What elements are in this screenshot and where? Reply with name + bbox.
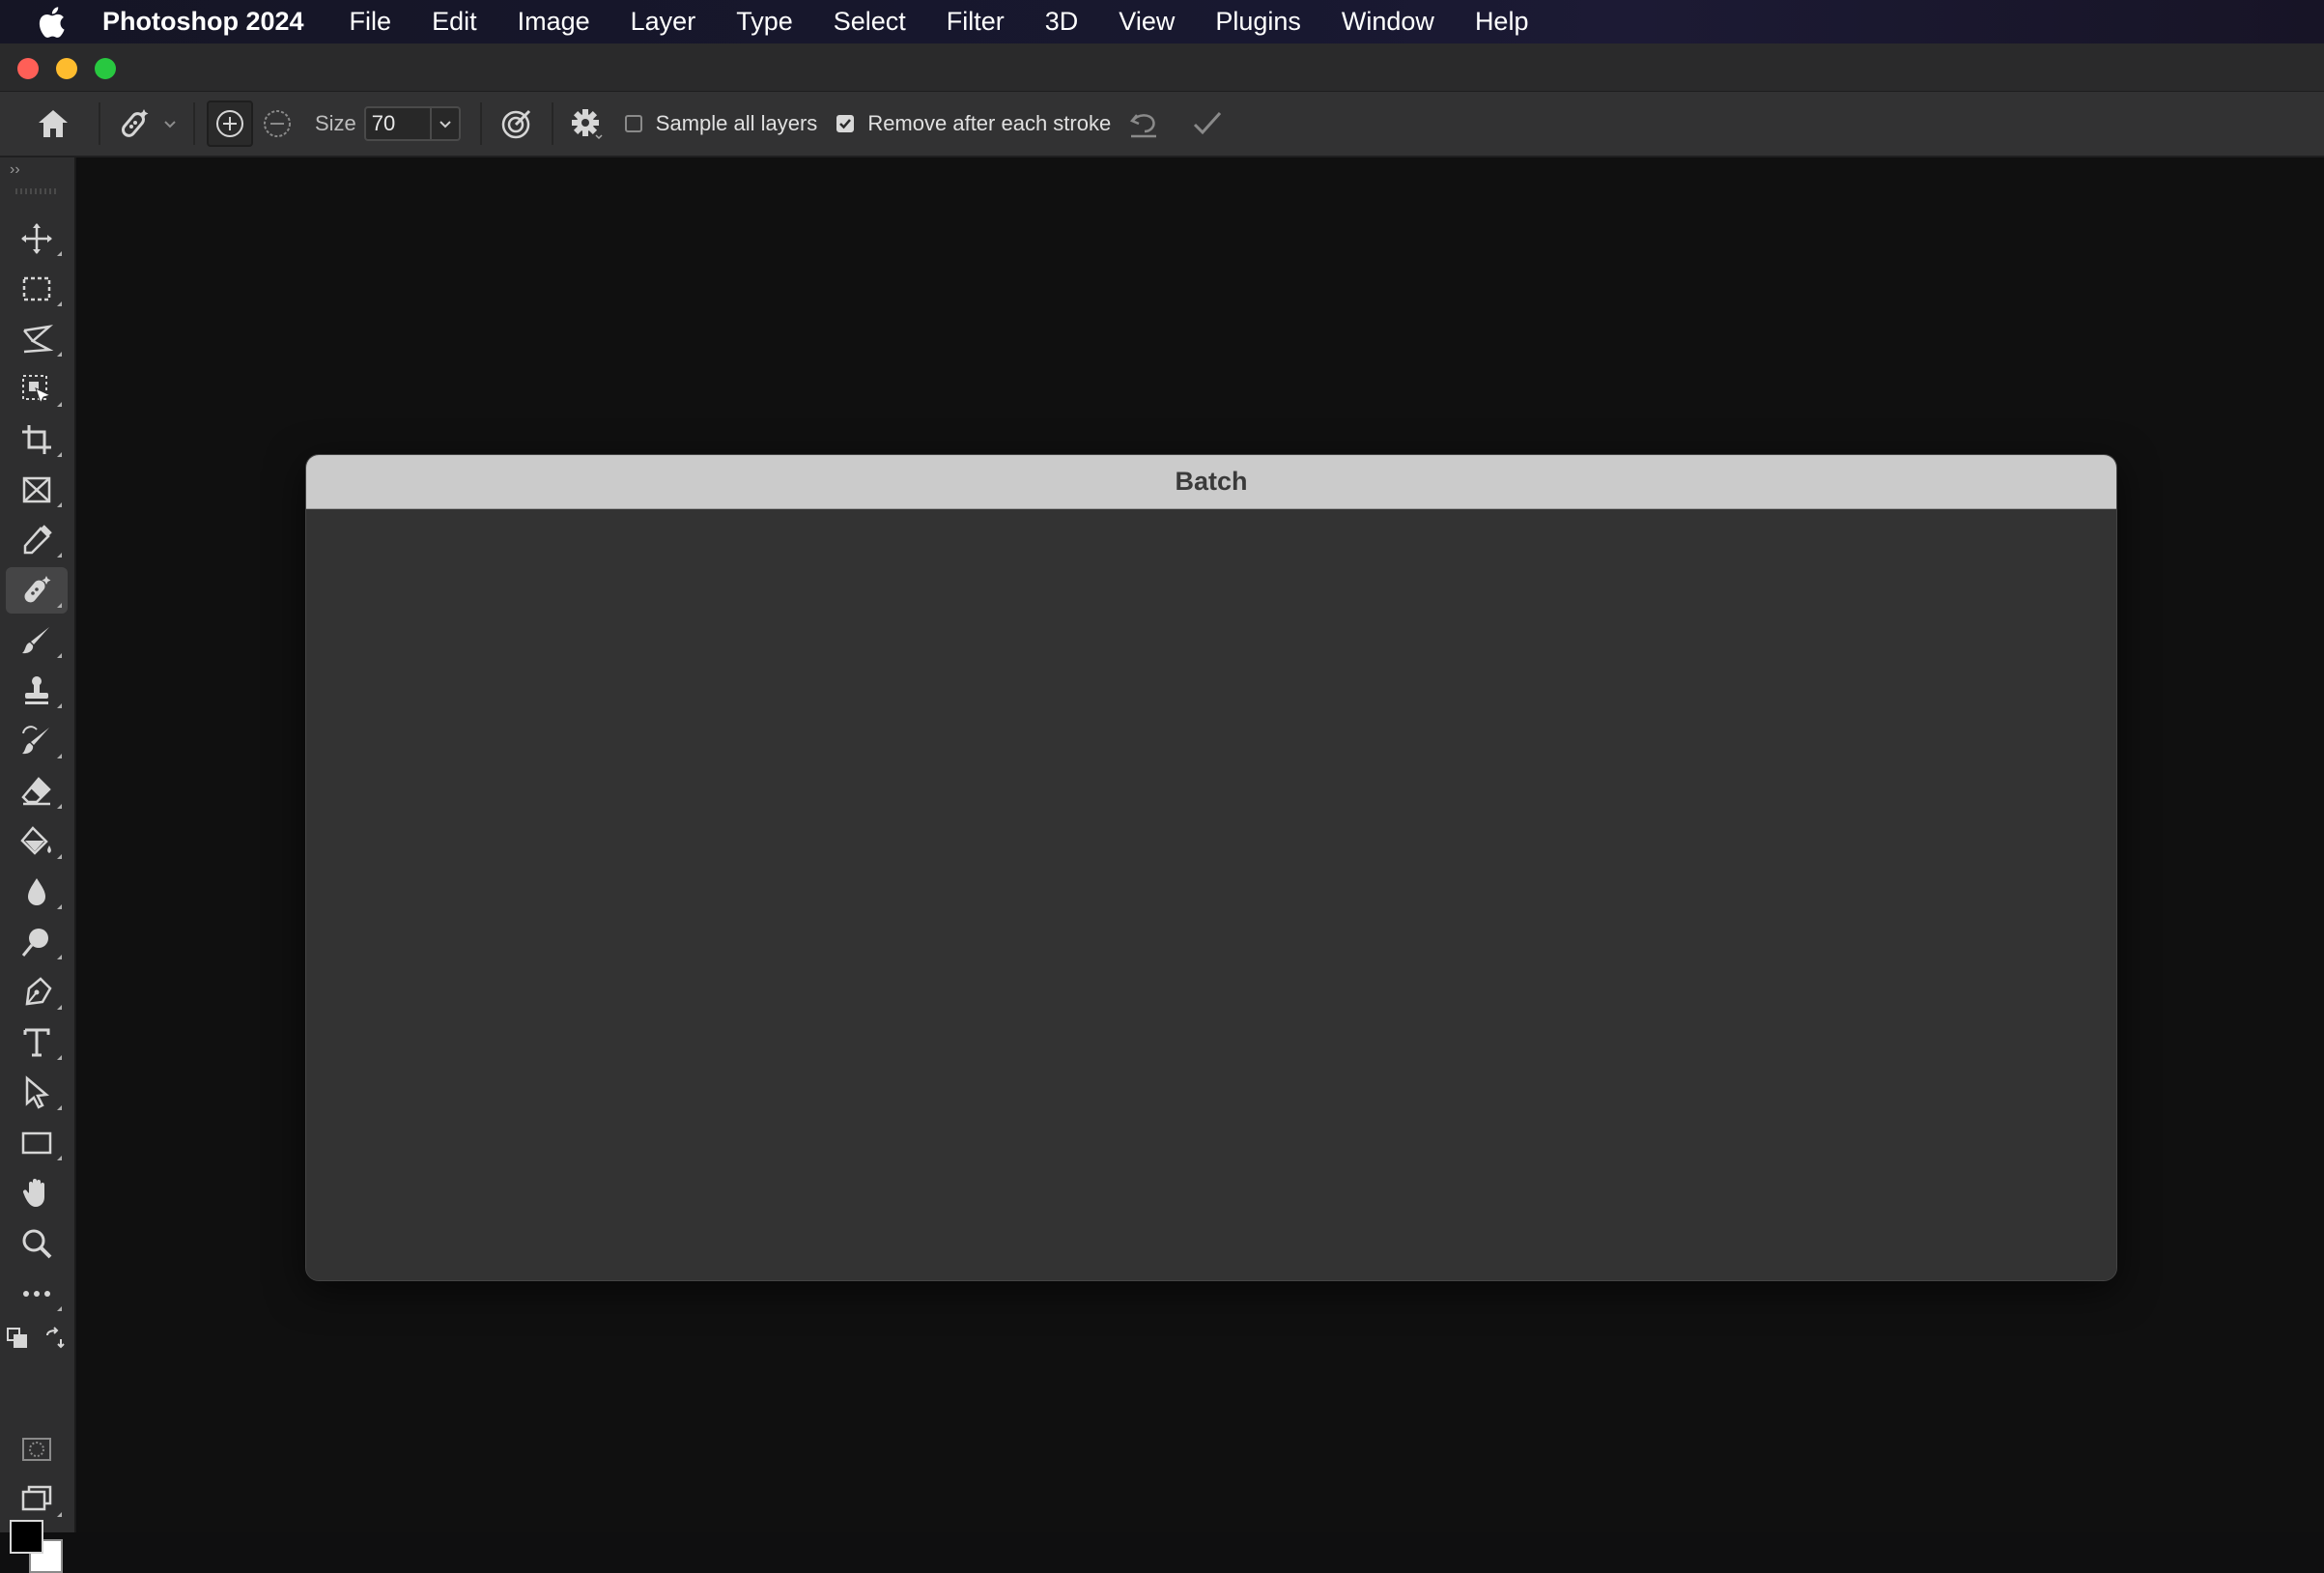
remove-tool-icon[interactable] — [6, 567, 68, 614]
menu-image[interactable]: Image — [497, 7, 610, 37]
move-tool-icon[interactable] — [6, 215, 68, 262]
frame-tool-icon[interactable] — [6, 467, 68, 513]
menu-plugins[interactable]: Plugins — [1195, 7, 1321, 37]
rectangular-marquee-tool-icon[interactable] — [6, 266, 68, 312]
menu-help[interactable]: Help — [1455, 7, 1549, 37]
separator — [99, 102, 100, 145]
menu-view[interactable]: View — [1098, 7, 1195, 37]
blur-tool-icon[interactable] — [6, 869, 68, 915]
remove-after-stroke-checkbox[interactable] — [836, 115, 855, 132]
zoom-tool-icon[interactable] — [6, 1220, 68, 1267]
path-selection-tool-icon[interactable] — [6, 1070, 68, 1116]
batch-dialog: Batch — [305, 454, 2117, 1281]
history-brush-tool-icon[interactable] — [6, 718, 68, 764]
swap-colors-icon[interactable] — [43, 1327, 66, 1350]
screen-mode-icon[interactable] — [6, 1476, 68, 1523]
add-brush-mode-icon[interactable] — [207, 100, 253, 147]
hand-tool-icon[interactable] — [6, 1170, 68, 1216]
window-minimize-button[interactable] — [56, 58, 77, 79]
menu-type[interactable]: Type — [716, 7, 813, 37]
options-bar: Size 70 Sample all layers Remove after e… — [0, 92, 2324, 157]
type-tool-icon[interactable] — [6, 1019, 68, 1066]
undo-icon[interactable] — [1111, 107, 1178, 140]
gear-icon[interactable] — [565, 106, 608, 141]
sample-all-layers-checkbox[interactable] — [624, 115, 642, 132]
menu-select[interactable]: Select — [813, 7, 926, 37]
menu-layer[interactable]: Layer — [610, 7, 717, 37]
size-input[interactable] — [365, 108, 430, 139]
clone-stamp-tool-icon[interactable] — [6, 668, 68, 714]
size-dropdown-chevron-icon[interactable] — [429, 108, 459, 139]
size-label: Size — [315, 111, 356, 135]
crop-tool-icon[interactable] — [6, 416, 68, 463]
object-selection-tool-icon[interactable] — [6, 366, 68, 413]
commit-checkmark-icon[interactable] — [1178, 109, 1236, 138]
separator — [551, 102, 553, 145]
pen-tool-icon[interactable] — [6, 969, 68, 1015]
menu-3d[interactable]: 3D — [1025, 7, 1099, 37]
preset-chevron-down-icon[interactable] — [158, 119, 182, 129]
pressure-size-icon[interactable] — [494, 106, 540, 141]
menu-edit[interactable]: Edit — [411, 7, 497, 37]
brush-tool-icon[interactable] — [6, 617, 68, 664]
apple-logo-icon[interactable] — [25, 6, 77, 39]
menu-window[interactable]: Window — [1321, 7, 1455, 37]
more-tools-icon[interactable] — [6, 1271, 68, 1317]
rectangle-tool-icon[interactable] — [6, 1120, 68, 1166]
remove-after-stroke-label: Remove after each stroke — [867, 111, 1112, 135]
menu-filter[interactable]: Filter — [926, 7, 1025, 37]
panel-grip[interactable] — [15, 188, 56, 194]
remove-tool-preset-icon[interactable] — [112, 106, 158, 141]
app-name-menu[interactable]: Photoshop 2024 — [102, 7, 304, 37]
separator — [193, 102, 195, 145]
sample-all-layers-label: Sample all layers — [655, 111, 818, 135]
paint-bucket-tool-icon[interactable] — [6, 818, 68, 865]
window-maximize-button[interactable] — [95, 58, 116, 79]
window-close-button[interactable] — [17, 58, 39, 79]
eraser-tool-icon[interactable] — [6, 768, 68, 815]
tools-panel: ›› — [0, 157, 76, 1573]
dodge-tool-icon[interactable] — [6, 919, 68, 965]
foreground-color-swatch[interactable] — [10, 1520, 43, 1554]
subtract-brush-mode-icon[interactable] — [253, 107, 301, 140]
home-icon[interactable] — [19, 107, 87, 140]
default-colors-icon[interactable] — [6, 1327, 29, 1350]
menu-bar: Photoshop 2024 File Edit Image Layer Typ… — [0, 0, 2324, 43]
window-titlebar — [0, 43, 2324, 92]
eyedropper-tool-icon[interactable] — [6, 517, 68, 563]
dialog-body — [306, 509, 2116, 1280]
menu-file[interactable]: File — [329, 7, 412, 37]
size-field[interactable] — [363, 106, 461, 141]
separator — [479, 102, 482, 145]
quick-mask-icon[interactable] — [6, 1426, 68, 1473]
collapse-panel-icon[interactable]: ›› — [10, 161, 20, 179]
lasso-tool-icon[interactable] — [6, 316, 68, 362]
dialog-title[interactable]: Batch — [306, 455, 2116, 509]
